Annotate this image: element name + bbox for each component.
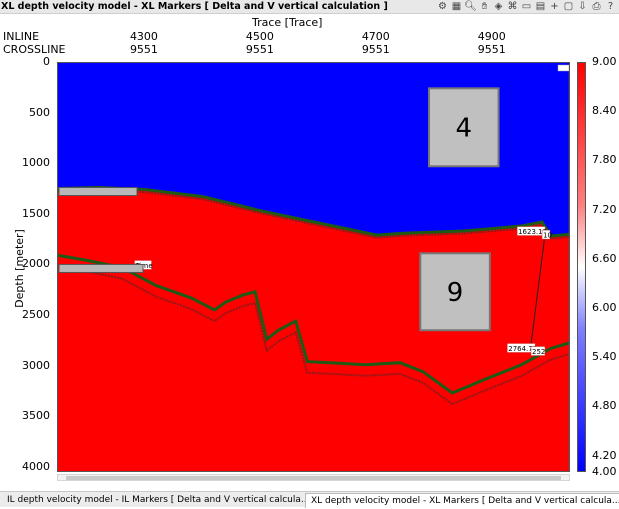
comment-icon[interactable]: ▢ xyxy=(562,1,575,13)
window-titlebar: XL depth velocity model - XL Markers [ D… xyxy=(0,0,619,14)
plot-canvas[interactable]: 1623.12102764.72252Time49 xyxy=(58,63,570,472)
x-tick-crossline: 9551 xyxy=(361,43,390,56)
window-title: XL depth velocity model - XL Markers [ D… xyxy=(1,1,388,12)
colorbar xyxy=(577,62,586,472)
label-suffix-252: 252 xyxy=(532,348,545,356)
x-tick-inline: 4900 xyxy=(477,30,506,43)
x-axis-title: Trace [Trace] xyxy=(252,16,323,29)
velocity-plot[interactable]: 1623.12 10 2764.72 252 Time 4 9 xyxy=(57,62,570,472)
inline-label: INLINE xyxy=(3,30,40,43)
tab-il-model[interactable]: IL depth velocity model - IL Markers [ D… xyxy=(2,493,315,507)
tab-bar: IL depth velocity model - IL Markers [ D… xyxy=(0,491,619,508)
layers-icon[interactable]: ◈ xyxy=(492,1,505,13)
plot-icon[interactable]: ▤ xyxy=(534,1,547,13)
toolbar: ⚙ ▦ 🔍︎ ✋︎ ◈ ⌘ ▭ ▤ + ▢ ⇩ ⎙ ? xyxy=(436,0,617,13)
y-tick-label: 4000 xyxy=(22,459,50,473)
x-tick-inline: 4500 xyxy=(245,30,274,43)
y-tick-label: 2000 xyxy=(22,257,50,271)
y-tick-label: 1000 xyxy=(22,156,50,170)
colorbar-tick-label: 4.80 xyxy=(592,399,617,413)
x-tick-crossline: 9551 xyxy=(477,43,506,56)
colorbar-tick-label: 7.80 xyxy=(592,153,617,167)
colorbar-tick-label: 4.00 xyxy=(592,465,617,478)
y-tick-label: 500 xyxy=(29,105,50,119)
tab-xl-label: XL depth velocity model - XL Markers [ D… xyxy=(311,496,619,506)
slider-handle-1 xyxy=(58,187,138,197)
layer-label-4: 4 xyxy=(455,113,472,143)
y-tick-label: 1500 xyxy=(22,206,50,220)
zoom-icon[interactable]: 🔍︎ xyxy=(464,1,477,13)
corner-label-box xyxy=(557,64,569,72)
y-tick-label: 2500 xyxy=(22,308,50,322)
filter-icon[interactable]: ⌘ xyxy=(506,1,519,13)
colorbar-tick-label: 9.00 xyxy=(592,55,617,68)
y-tick-label: 3000 xyxy=(22,358,50,372)
x-tick-inline: 4700 xyxy=(361,30,390,43)
colorbar-tick-label: 7.20 xyxy=(592,202,617,216)
print-icon[interactable]: ⎙ xyxy=(590,1,603,13)
colorbar-tick-label: 8.40 xyxy=(592,104,617,118)
label-suffix-10: 10 xyxy=(543,232,552,240)
x-tick-crossline: 9551 xyxy=(129,43,158,56)
layout-icon[interactable]: ▦ xyxy=(450,1,463,13)
marker-icon[interactable]: ▭ xyxy=(520,1,533,13)
horizontal-scrollbar[interactable] xyxy=(57,474,570,481)
pan-icon[interactable]: ✋︎ xyxy=(478,1,491,13)
colorbar-tick-label: 6.60 xyxy=(592,251,617,265)
layer-label-9: 9 xyxy=(447,278,464,308)
colorbar-tick-label: 6.00 xyxy=(592,301,617,314)
y-tick-label: 0 xyxy=(43,55,50,68)
y-tick-label: 3500 xyxy=(22,409,50,423)
crosshair-icon[interactable]: + xyxy=(548,1,561,13)
scrollbar-thumb[interactable] xyxy=(66,476,561,480)
colorbar-tick-label: 5.40 xyxy=(592,350,617,364)
export-icon[interactable]: ⇩ xyxy=(576,1,589,13)
settings-icon[interactable]: ⚙ xyxy=(436,1,449,13)
x-tick-inline: 4300 xyxy=(129,30,158,43)
colorbar-tick-label: 4.20 xyxy=(592,448,617,462)
slider-handle-2 xyxy=(58,263,144,273)
help-icon[interactable]: ? xyxy=(604,1,617,13)
x-tick-crossline: 9551 xyxy=(245,43,274,56)
